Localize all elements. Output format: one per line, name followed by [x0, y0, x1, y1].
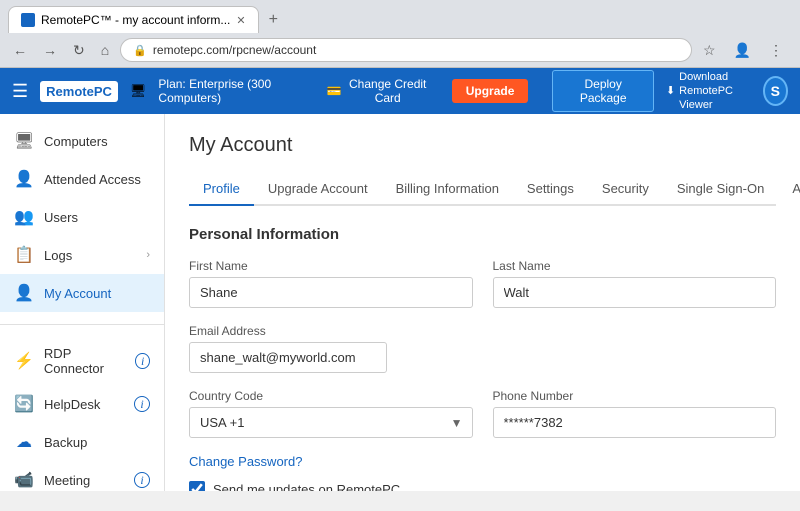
change-password-link[interactable]: Change Password?: [189, 454, 302, 469]
sidebar-item-attended[interactable]: 👤 Attended Access: [0, 160, 164, 198]
myaccount-icon: 👤: [14, 283, 34, 303]
sidebar-item-computers[interactable]: 🖥 Computers: [0, 122, 164, 160]
content-area: My Account Profile Upgrade Account Billi…: [165, 114, 800, 491]
section-title: Personal Information: [189, 226, 776, 243]
top-nav: ☰ RemotePC 🖥 Plan: Enterprise (300 Compu…: [0, 68, 800, 114]
attended-icon: 👤: [14, 169, 34, 189]
address-input[interactable]: 🔒 remotepc.com/rpcnew/account: [120, 38, 692, 62]
country-select[interactable]: USA +1 UK +44 India +91: [189, 407, 473, 438]
tab-settings[interactable]: Settings: [513, 173, 588, 206]
browser-chrome: RemotePC™ - my account inform... ✕ + ← →…: [0, 0, 800, 68]
last-name-input[interactable]: [493, 277, 777, 308]
sidebar-item-meeting[interactable]: 📹 Meeting i: [0, 461, 164, 491]
browser-tab[interactable]: RemotePC™ - my account inform... ✕: [8, 6, 259, 33]
tab-title: RemotePC™ - my account inform...: [41, 13, 230, 27]
page-title: My Account: [189, 134, 776, 157]
name-row: First Name Last Name: [189, 259, 776, 308]
logo-area: RemotePC: [40, 81, 118, 102]
email-row: Email Address: [189, 324, 776, 373]
last-name-label: Last Name: [493, 259, 777, 273]
logo: RemotePC: [40, 81, 118, 102]
country-group: Country Code USA +1 UK +44 India +91 ▼: [189, 389, 473, 438]
sidebar-item-myaccount[interactable]: 👤 My Account: [0, 274, 164, 312]
country-select-wrap: USA +1 UK +44 India +91 ▼: [189, 407, 473, 438]
updates-checkbox[interactable]: [189, 481, 205, 491]
refresh-button[interactable]: ↻: [68, 40, 90, 61]
plan-icon: 🖥: [130, 83, 147, 99]
deploy-package-button[interactable]: Deploy Package: [552, 70, 654, 112]
sidebar-item-backup[interactable]: ☁ Backup: [0, 423, 164, 461]
helpdesk-icon: 🔄: [14, 394, 34, 414]
last-name-group: Last Name: [493, 259, 777, 308]
phone-label: Phone Number: [493, 389, 777, 403]
sidebar-divider: [0, 324, 164, 325]
main-layout: 🖥 Computers 👤 Attended Access 👥 Users 📋 …: [0, 114, 800, 491]
backup-icon: ☁: [14, 432, 34, 452]
download-icon: ⬇: [666, 84, 675, 98]
tabs-bar: Profile Upgrade Account Billing Informat…: [189, 173, 776, 206]
download-viewer-button[interactable]: ⬇ Download RemotePC Viewer: [666, 70, 751, 113]
phone-input[interactable]: [493, 407, 777, 438]
new-tab-button[interactable]: +: [263, 9, 284, 31]
meeting-help-icon[interactable]: i: [134, 472, 150, 488]
email-label: Email Address: [189, 324, 387, 338]
tab-billing[interactable]: Billing Information: [382, 173, 513, 206]
plan-label: Plan: Enterprise (300 Computers): [158, 77, 304, 105]
first-name-group: First Name: [189, 259, 473, 308]
user-avatar[interactable]: S: [763, 76, 788, 106]
first-name-input[interactable]: [189, 277, 473, 308]
helpdesk-help-icon[interactable]: i: [134, 396, 150, 412]
users-icon: 👥: [14, 207, 34, 227]
country-label: Country Code: [189, 389, 473, 403]
home-button[interactable]: ⌂: [96, 40, 114, 60]
logs-icon: 📋: [14, 245, 34, 265]
email-input[interactable]: [189, 342, 387, 373]
tab-apikeys[interactable]: API Keys: [778, 173, 800, 206]
phone-group: Phone Number: [493, 389, 777, 438]
tab-upgrade[interactable]: Upgrade Account: [254, 173, 382, 206]
meeting-icon: 📹: [14, 470, 34, 490]
tab-close-btn[interactable]: ✕: [236, 14, 245, 27]
sidebar-item-helpdesk[interactable]: 🔄 HelpDesk i: [0, 385, 164, 423]
logs-chevron: ›: [146, 249, 150, 261]
address-bar: ← → ↻ ⌂ 🔒 remotepc.com/rpcnew/account ☆ …: [0, 33, 800, 67]
first-name-label: First Name: [189, 259, 473, 273]
more-button[interactable]: ⋮: [764, 40, 788, 61]
forward-button[interactable]: →: [38, 40, 62, 60]
address-text: remotepc.com/rpcnew/account: [153, 43, 316, 57]
back-button[interactable]: ←: [8, 40, 32, 60]
sidebar-item-users[interactable]: 👥 Users: [0, 198, 164, 236]
toolbar-right: ☆ 👤 ⋮: [698, 40, 792, 61]
sidebar-main-section: 🖥 Computers 👤 Attended Access 👥 Users 📋 …: [0, 114, 164, 320]
sidebar-bottom-section: ⚡ RDP Connector i 🔄 HelpDesk i ☁ Backup …: [0, 329, 164, 491]
star-button[interactable]: ☆: [698, 40, 721, 61]
hamburger-button[interactable]: ☰: [12, 81, 28, 102]
sidebar-item-rdp[interactable]: ⚡ RDP Connector i: [0, 337, 164, 385]
profile-button[interactable]: 👤: [729, 40, 756, 61]
sidebar: 🖥 Computers 👤 Attended Access 👥 Users 📋 …: [0, 114, 165, 491]
rdp-help-icon[interactable]: i: [135, 353, 150, 369]
app-container: ☰ RemotePC 🖥 Plan: Enterprise (300 Compu…: [0, 68, 800, 491]
tab-sso[interactable]: Single Sign-On: [663, 173, 778, 206]
content-inner: My Account Profile Upgrade Account Billi…: [165, 114, 800, 491]
upgrade-button[interactable]: Upgrade: [452, 79, 529, 103]
change-cc-button[interactable]: 💳 Change Credit Card: [317, 72, 440, 110]
lock-icon: 🔒: [133, 44, 147, 57]
rdp-icon: ⚡: [14, 351, 34, 371]
tab-favicon: [21, 13, 35, 27]
tab-bar: RemotePC™ - my account inform... ✕ +: [0, 0, 800, 33]
updates-checkbox-row: Send me updates on RemotePC: [189, 481, 776, 491]
phone-row: Country Code USA +1 UK +44 India +91 ▼ P…: [189, 389, 776, 438]
change-cc-icon: 💳: [327, 84, 342, 98]
email-group: Email Address: [189, 324, 387, 373]
updates-label: Send me updates on RemotePC: [213, 482, 400, 492]
computers-icon: 🖥: [14, 131, 34, 151]
tab-profile[interactable]: Profile: [189, 173, 254, 206]
tab-security[interactable]: Security: [588, 173, 663, 206]
sidebar-item-logs[interactable]: 📋 Logs ›: [0, 236, 164, 274]
